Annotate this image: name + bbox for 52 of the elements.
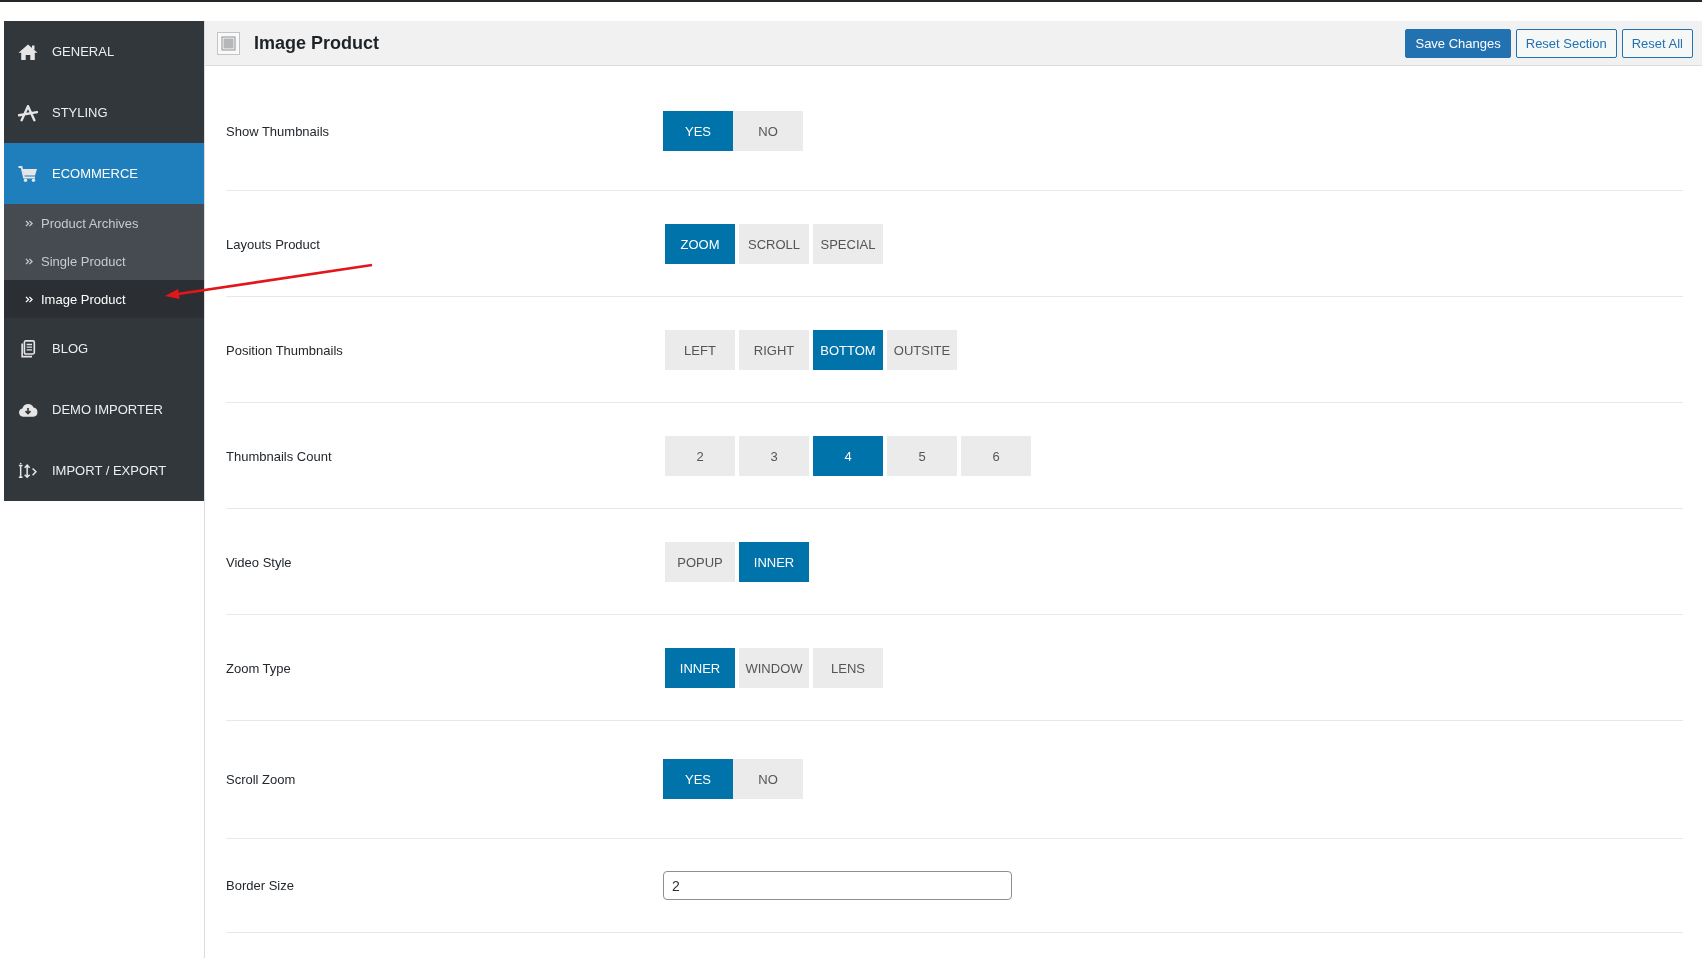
option-button[interactable]: INNER — [739, 542, 809, 582]
option-button[interactable]: LENS — [813, 648, 883, 688]
switch-option[interactable]: YES — [663, 759, 733, 799]
option-button[interactable]: INNER — [665, 648, 735, 688]
cart-icon — [18, 164, 38, 183]
option-button[interactable]: LEFT — [665, 330, 735, 370]
setting-label: Video Style — [226, 554, 292, 570]
double-chevron-icon — [25, 257, 33, 265]
setting-label: Layouts Product — [226, 236, 320, 252]
sidebar-item[interactable]: BLOG — [4, 318, 204, 379]
save-button[interactable]: Save Changes — [1405, 28, 1511, 58]
section-title: Image Product — [254, 32, 381, 54]
option-button[interactable]: BOTTOM — [813, 330, 883, 370]
option-button[interactable]: WINDOW — [739, 648, 809, 688]
sidebar-item[interactable]: ECOMMERCE — [4, 143, 204, 204]
submenu-item[interactable]: Product Archives — [4, 204, 204, 242]
option-button[interactable]: 4 — [813, 436, 883, 476]
option-button[interactable]: 6 — [961, 436, 1031, 476]
setting-label: Thumbnails Count — [226, 448, 332, 464]
setting-label: Scroll Zoom — [226, 771, 296, 787]
setting-label: Border Size — [226, 878, 294, 893]
setting-label: Zoom Type — [226, 660, 291, 676]
option-button[interactable]: OUTSITE — [887, 330, 957, 370]
document-icon — [18, 339, 38, 358]
option-button[interactable]: 2 — [665, 436, 735, 476]
reset-button[interactable]: Reset All — [1621, 28, 1693, 58]
input-field[interactable]: 2 — [663, 871, 1012, 900]
sidebar-item[interactable]: GENERAL — [4, 21, 204, 82]
switch-option[interactable]: YES — [663, 111, 733, 151]
double-chevron-icon — [25, 219, 33, 227]
setting-label: Show Thumbnails — [226, 123, 330, 139]
option-button[interactable]: SCROLL — [739, 224, 809, 264]
sidebar-item[interactable]: IMPORT / EXPORT — [4, 440, 204, 501]
cursor-arrows-icon — [18, 461, 38, 480]
option-button[interactable]: 3 — [739, 436, 809, 476]
compass-icon — [18, 103, 38, 122]
submenu-item[interactable]: Image Product — [4, 280, 204, 318]
double-chevron-icon — [25, 295, 33, 303]
sidebar-item[interactable]: DEMO IMPORTER — [4, 379, 204, 440]
frame-icon — [217, 31, 240, 55]
switch-option[interactable]: NO — [733, 759, 803, 799]
submenu-item[interactable]: Single Product — [4, 242, 204, 280]
option-button[interactable]: RIGHT — [739, 330, 809, 370]
switch-option[interactable]: NO — [733, 111, 803, 151]
sidebar-item[interactable]: STYLING — [4, 82, 204, 143]
option-button[interactable]: POPUP — [665, 542, 735, 582]
setting-label: Position Thumbnails — [226, 342, 343, 358]
home-icon — [18, 42, 38, 61]
option-button[interactable]: ZOOM — [665, 224, 735, 264]
reset-button[interactable]: Reset Section — [1515, 28, 1617, 58]
option-button[interactable]: SPECIAL — [813, 224, 883, 264]
option-button[interactable]: 5 — [887, 436, 957, 476]
